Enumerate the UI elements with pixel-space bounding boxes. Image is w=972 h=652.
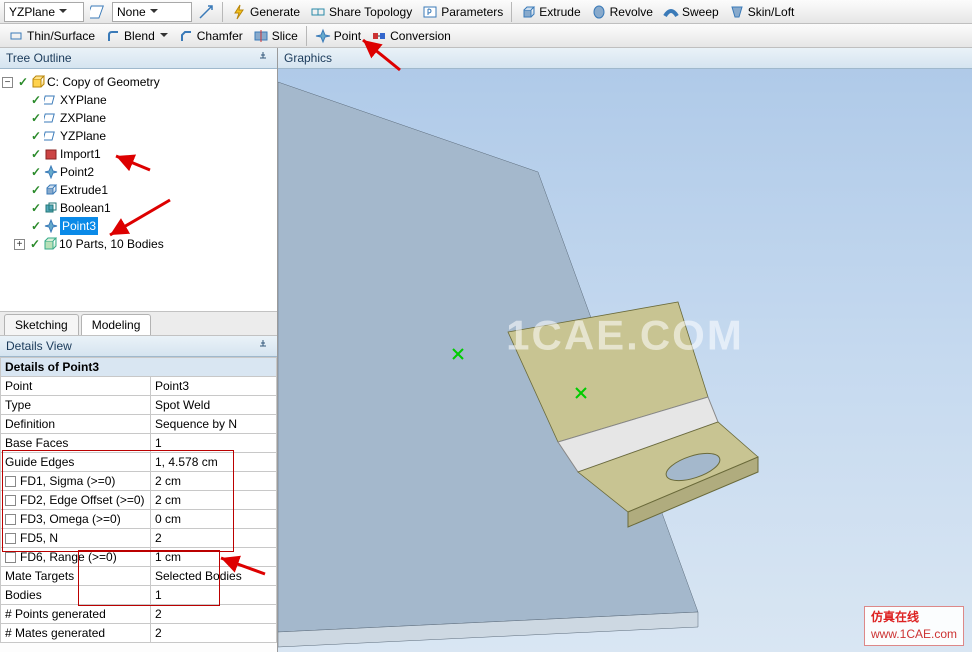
extrude-button[interactable]: Extrude [516, 2, 584, 22]
topology-icon [310, 4, 326, 20]
tab-modeling[interactable]: Modeling [81, 314, 152, 335]
table-row: DefinitionSequence by N [1, 415, 277, 434]
plane-icon [90, 4, 106, 20]
left-panel: Tree Outline − ✓ C: Copy of Geometry ✓XY… [0, 48, 278, 652]
generate-button[interactable]: Generate [227, 2, 304, 22]
extrude-icon [520, 4, 536, 20]
share-topology-button[interactable]: Share Topology [306, 2, 416, 22]
tree-root[interactable]: − ✓ C: Copy of Geometry [2, 73, 275, 91]
sweep-button[interactable]: Sweep [659, 2, 723, 22]
parts-icon [43, 237, 57, 251]
parameters-icon [422, 4, 438, 20]
table-row: FD5, N2 [1, 529, 277, 548]
geometry-icon [31, 75, 45, 89]
tree-outline[interactable]: − ✓ C: Copy of Geometry ✓XYPlane ✓ZXPlan… [0, 69, 277, 311]
new-plane-button[interactable] [86, 2, 110, 22]
checkbox[interactable] [5, 514, 16, 525]
pin-icon[interactable] [257, 339, 271, 353]
pin-icon[interactable] [257, 51, 271, 65]
chevron-down-icon [150, 9, 158, 17]
sketch-icon [198, 4, 214, 20]
tree-outline-header: Tree Outline [0, 48, 277, 69]
conversion-icon [371, 28, 387, 44]
blend-button[interactable]: Blend [101, 26, 172, 46]
parameters-button[interactable]: Parameters [418, 2, 507, 22]
tree-item-point3[interactable]: ✓Point3 [2, 217, 275, 235]
chamfer-button[interactable]: Chamfer [174, 26, 247, 46]
toolbar-row-1: YZPlane None Generate Share Topology Par… [0, 0, 972, 24]
table-row: # Points generated2 [1, 605, 277, 624]
chevron-down-icon [160, 33, 168, 41]
plane-icon [44, 129, 58, 143]
tree-tabs: Sketching Modeling [0, 311, 277, 336]
chevron-down-icon [59, 9, 67, 17]
table-row: Bodies1 [1, 586, 277, 605]
model-view[interactable] [278, 72, 972, 652]
new-sketch-button[interactable] [194, 2, 218, 22]
table-row: FD6, Range (>=0)1 cm [1, 548, 277, 567]
point-icon [44, 165, 58, 179]
extrude-icon [44, 183, 58, 197]
tree-item-extrude1[interactable]: ✓Extrude1 [2, 181, 275, 199]
tree-item-yzplane[interactable]: ✓YZPlane [2, 127, 275, 145]
watermark-corner: 仿真在线 www.1CAE.com [864, 606, 964, 646]
details-table[interactable]: Details of Point3 PointPoint3 TypeSpot W… [0, 357, 277, 643]
sweep-icon [663, 4, 679, 20]
check-icon: ✓ [17, 73, 29, 91]
skin-loft-button[interactable]: Skin/Loft [725, 2, 799, 22]
tab-sketching[interactable]: Sketching [4, 314, 79, 335]
point-icon [315, 28, 331, 44]
tree-item-zxplane[interactable]: ✓ZXPlane [2, 109, 275, 127]
table-row: Mate TargetsSelected Bodies [1, 567, 277, 586]
lightning-icon [231, 4, 247, 20]
import-icon [44, 147, 58, 161]
graphics-viewport[interactable]: Graphics 1CAE.COM 仿真在线 www.1CAE.com [278, 48, 972, 652]
checkbox[interactable] [5, 495, 16, 506]
details-header: Details of Point3 [1, 358, 277, 377]
tree-item-point2[interactable]: ✓Point2 [2, 163, 275, 181]
plane-icon [44, 111, 58, 125]
tree-item-boolean1[interactable]: ✓Boolean1 [2, 199, 275, 217]
boolean-icon [44, 201, 58, 215]
checkbox[interactable] [5, 552, 16, 563]
plane-icon [44, 93, 58, 107]
sketch-combo[interactable]: None [112, 2, 192, 22]
graphics-header: Graphics [278, 48, 972, 69]
tree-item-xyplane[interactable]: ✓XYPlane [2, 91, 275, 109]
plane-combo-value: YZPlane [9, 5, 55, 19]
point-icon [44, 219, 58, 233]
details-view[interactable]: Details of Point3 PointPoint3 TypeSpot W… [0, 357, 277, 652]
slice-button[interactable]: Slice [249, 26, 302, 46]
tree-item-parts[interactable]: +✓10 Parts, 10 Bodies [2, 235, 275, 253]
slice-icon [253, 28, 269, 44]
sketch-combo-value: None [117, 5, 146, 19]
revolve-button[interactable]: Revolve [587, 2, 657, 22]
loft-icon [729, 4, 745, 20]
toolbar-row-2: Thin/Surface Blend Chamfer Slice Point C… [0, 24, 972, 48]
table-row: PointPoint3 [1, 377, 277, 396]
blend-icon [105, 28, 121, 44]
conversion-button[interactable]: Conversion [367, 26, 455, 46]
tree-item-import1[interactable]: ✓Import1 [2, 145, 275, 163]
thin-surface-button[interactable]: Thin/Surface [4, 26, 99, 46]
table-row: FD3, Omega (>=0)0 cm [1, 510, 277, 529]
revolve-icon [591, 4, 607, 20]
thin-surface-icon [8, 28, 24, 44]
collapse-icon[interactable]: − [2, 77, 13, 88]
table-row: Base Faces1 [1, 434, 277, 453]
table-row: FD1, Sigma (>=0)2 cm [1, 472, 277, 491]
plane-combo[interactable]: YZPlane [4, 2, 84, 22]
expand-icon[interactable]: + [14, 239, 25, 250]
checkbox[interactable] [5, 476, 16, 487]
point-button[interactable]: Point [311, 26, 365, 46]
table-row: TypeSpot Weld [1, 396, 277, 415]
table-row: # Mates generated2 [1, 624, 277, 643]
checkbox[interactable] [5, 533, 16, 544]
chamfer-icon [178, 28, 194, 44]
table-row: Guide Edges1, 4.578 cm [1, 453, 277, 472]
details-view-header: Details View [0, 336, 277, 357]
table-row: FD2, Edge Offset (>=0)2 cm [1, 491, 277, 510]
